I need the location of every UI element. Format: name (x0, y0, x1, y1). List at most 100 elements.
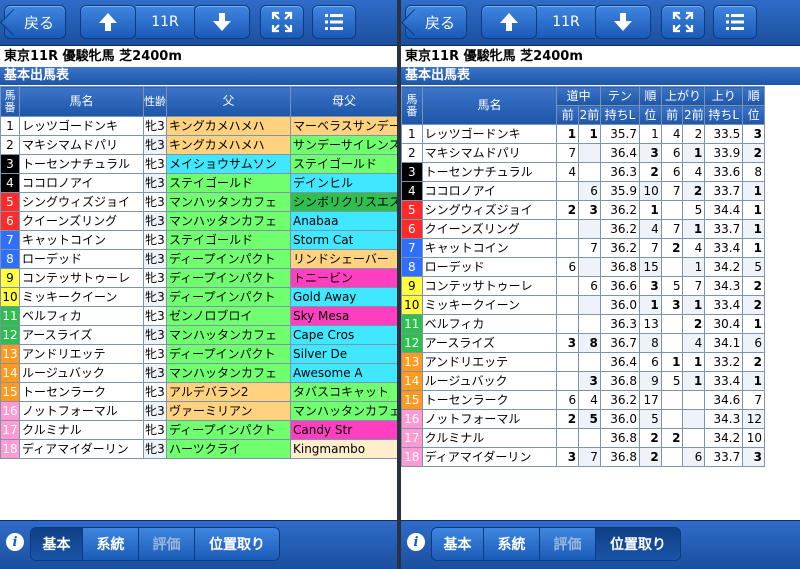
table-row[interactable]: 6 クイーンズリング 牝3 マンハッタンカフェ Anabaa (0, 211, 397, 231)
info-icon[interactable]: i (6, 533, 24, 551)
sire-name: ゼンノロブロイ (166, 306, 291, 326)
horse-name: レッツゴードンキ (19, 116, 144, 136)
tab-basic[interactable]: 基本 (31, 528, 83, 560)
table-row[interactable]: 13 アンドリエッテ 36.4 6 1 1 33.2 2 (401, 352, 765, 372)
table-row[interactable]: 16 ノットフォーマル 2 5 36.0 5 34.3 12 (401, 409, 765, 429)
fullscreen-button[interactable] (260, 5, 304, 39)
agari-rank: 1 (742, 314, 765, 334)
info-icon[interactable]: i (407, 533, 425, 551)
agari-time: 33.7 (704, 447, 744, 467)
horse-number: 3 (401, 162, 423, 182)
douchu-2mae (578, 219, 601, 239)
table-row[interactable]: 3 トーセンナチュラル 4 36.3 2 6 4 33.6 8 (401, 162, 765, 182)
sex-age: 牝3 (143, 401, 167, 421)
table-row[interactable]: 6 クイーンズリング 36.2 4 7 1 33.7 1 (401, 219, 765, 239)
agari-rank: 1 (742, 200, 765, 220)
table-row[interactable]: 7 キャットコイン 7 36.2 7 2 4 33.4 1 (401, 238, 765, 258)
tab-position[interactable]: 位置取り (195, 528, 279, 560)
agari-2mae: 4 (682, 238, 706, 258)
next-race-button[interactable] (194, 5, 250, 39)
agari-time: 34.4 (704, 200, 744, 220)
table-row[interactable]: 5 シングウィズジョイ 2 3 36.2 1 5 34.4 1 (401, 200, 765, 220)
table-row[interactable]: 15 トーセンラーク 牝3 アルデバラン2 タバスコキャット (0, 382, 397, 402)
agari-rank: 2 (742, 276, 765, 296)
table-row[interactable]: 8 ローデッド 6 36.8 15 1 34.2 5 (401, 257, 765, 277)
ten-rank: 1 (638, 295, 662, 315)
back-button[interactable]: 戻る (4, 5, 66, 39)
previous-race-button[interactable] (481, 5, 537, 39)
tab-rating[interactable]: 評価 (540, 528, 596, 560)
sire-name: ディープインパクト (166, 249, 291, 269)
horse-number: 8 (0, 249, 20, 269)
agari-mae: 2 (660, 428, 684, 448)
table-row[interactable]: 7 キャットコイン 牝3 ステイゴールド Storm Cat (0, 230, 397, 250)
fullscreen-button[interactable] (661, 5, 705, 39)
table-row[interactable]: 8 ローデッド 牝3 ディープインパクト リンドシェーバー (0, 249, 397, 269)
table-row[interactable]: 12 アースライズ 3 8 36.7 8 4 34.1 6 (401, 333, 765, 353)
agari-mae: 7 (660, 219, 684, 239)
menu-button[interactable] (713, 5, 757, 39)
table-row[interactable]: 11 ベルフィカ 36.3 13 2 30.4 1 (401, 314, 765, 334)
table-row[interactable]: 17 クルミナル 36.8 2 2 34.2 10 (401, 428, 765, 448)
ten-rank: 4 (638, 219, 662, 239)
top-toolbar: 戻る 11R (0, 0, 397, 46)
table-row[interactable]: 10 ミッキークイーン 牝3 ディープインパクト Gold Away (0, 287, 397, 307)
next-race-button[interactable] (595, 5, 651, 39)
tab-lineage[interactable]: 系統 (83, 528, 139, 560)
table-row[interactable]: 5 シングウィズジョイ 牝3 マンハッタンカフェ シンボリクリスエス (0, 192, 397, 212)
back-button[interactable]: 戻る (405, 5, 467, 39)
table-row[interactable]: 12 アースライズ 牝3 マンハッタンカフェ Cape Cros (0, 325, 397, 345)
table-row[interactable]: 9 コンテッサトゥーレ 牝3 ディープインパクト トニービン (0, 268, 397, 288)
table-row[interactable]: 18 ディアマイダーリン 3 7 36.8 2 6 33.7 3 (401, 447, 765, 467)
douchu-2mae (578, 143, 601, 163)
table-row[interactable]: 9 コンテッサトゥーレ 6 36.6 3 5 7 34.3 2 (401, 276, 765, 296)
agari-mae: 5 (660, 276, 684, 296)
agari-rank: 7 (742, 390, 765, 410)
ten-time: 36.8 (599, 257, 640, 277)
tab-basic[interactable]: 基本 (432, 528, 484, 560)
sire-name: マンハッタンカフェ (166, 363, 291, 383)
table-row[interactable]: 2 マキシマムドパリ 牝3 キングカメハメハ サンデーサイレンス (0, 135, 397, 155)
ten-rank: 17 (638, 390, 662, 410)
table-row[interactable]: 18 ディアマイダーリン 牝3 ハーツクライ Kingmambo (0, 439, 397, 459)
table-row[interactable]: 3 トーセンナチュラル 牝3 メイショウサムソン ステイゴールド (0, 154, 397, 174)
table-row[interactable]: 15 トーセンラーク 6 4 36.2 17 34.6 7 (401, 390, 765, 410)
dam-sire-name: トニービン (290, 268, 397, 288)
ten-time: 35.7 (599, 124, 640, 144)
table-row[interactable]: 14 ルージュバック 3 36.8 9 5 1 33.4 1 (401, 371, 765, 391)
sire-name: メイショウサムソン (166, 154, 291, 174)
table-row[interactable]: 1 レッツゴードンキ 1 1 35.7 1 4 2 33.5 3 (401, 124, 765, 144)
sire-name: キングカメハメハ (166, 116, 291, 136)
menu-button[interactable] (312, 5, 356, 39)
table-row[interactable]: 2 マキシマムドパリ 7 36.4 3 6 1 33.9 2 (401, 143, 765, 163)
horse-number: 7 (0, 230, 20, 250)
agari-2mae: 2 (682, 124, 706, 144)
table-row[interactable]: 13 アンドリエッテ 牝3 ディープインパクト Silver De (0, 344, 397, 364)
horse-name: ルージュバック (19, 363, 144, 383)
table-row[interactable]: 1 レッツゴードンキ 牝3 キングカメハメハ マーベラスサンデー (0, 116, 397, 136)
tab-lineage[interactable]: 系統 (484, 528, 540, 560)
table-row[interactable]: 4 ココロノアイ 牝3 ステイゴールド デインヒル (0, 173, 397, 193)
agari-time: 33.7 (704, 181, 744, 201)
horse-name: ローデッド (19, 249, 144, 269)
table-row[interactable]: 16 ノットフォーマル 牝3 ヴァーミリアン マンハッタンカフェ (0, 401, 397, 421)
table-row[interactable]: 14 ルージュバック 牝3 マンハッタンカフェ Awesome A (0, 363, 397, 383)
horse-name: コンテッサトゥーレ (421, 276, 558, 296)
sex-age: 牝3 (143, 116, 167, 136)
douchu-mae: 3 (556, 447, 580, 467)
table-row[interactable]: 11 ベルフィカ 牝3 ゼンノロブロイ Sky Mesa (0, 306, 397, 326)
douchu-mae: 4 (556, 162, 580, 182)
horse-number: 14 (401, 371, 423, 391)
agari-time: 33.5 (704, 124, 744, 144)
sex-age: 牝3 (143, 268, 167, 288)
horse-name: クイーンズリング (19, 211, 144, 231)
table-row[interactable]: 4 ココロノアイ 6 35.9 10 7 2 33.7 1 (401, 181, 765, 201)
tab-rating[interactable]: 評価 (139, 528, 195, 560)
table-row[interactable]: 17 クルミナル 牝3 ディープインパクト Candy Str (0, 420, 397, 440)
previous-race-button[interactable] (80, 5, 136, 39)
douchu-2mae: 3 (578, 200, 601, 220)
ten-time: 35.9 (599, 181, 640, 201)
tab-position[interactable]: 位置取り (596, 528, 680, 560)
table-row[interactable]: 10 ミッキークイーン 36.0 1 3 1 33.4 2 (401, 295, 765, 315)
horse-number: 14 (0, 363, 20, 383)
